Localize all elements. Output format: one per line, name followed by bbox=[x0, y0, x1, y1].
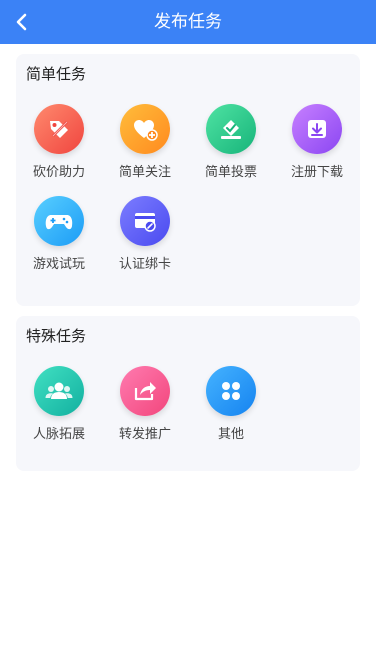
task-label: 认证绑卡 bbox=[118, 257, 171, 272]
download-icon bbox=[292, 104, 342, 154]
task-bargain-assist[interactable]: 砍价助力 bbox=[16, 104, 102, 182]
app-header: 发布任务 bbox=[0, 0, 376, 44]
contacts-icon bbox=[34, 366, 84, 416]
task-simple-vote[interactable]: 简单投票 bbox=[188, 104, 274, 182]
task-verify-bind-card[interactable]: 认证绑卡 bbox=[102, 196, 188, 274]
section-title: 简单任务 bbox=[26, 65, 87, 83]
task-label: 注册下载 bbox=[290, 165, 343, 180]
task-label: 人脉拓展 bbox=[32, 427, 85, 442]
task-label: 转发推广 bbox=[118, 427, 171, 442]
page-title: 发布任务 bbox=[154, 12, 222, 32]
tag-cut-icon bbox=[34, 104, 84, 154]
section-title: 特殊任务 bbox=[26, 327, 87, 345]
heart-plus-icon bbox=[120, 104, 170, 154]
ballot-check-icon bbox=[206, 104, 256, 154]
clover-icon bbox=[206, 366, 256, 416]
task-grid: 人脉拓展 转发推广 其他 bbox=[16, 366, 360, 444]
task-label: 简单投票 bbox=[204, 165, 257, 180]
task-label: 游戏试玩 bbox=[32, 257, 85, 272]
task-simple-follow[interactable]: 简单关注 bbox=[102, 104, 188, 182]
task-label: 砍价助力 bbox=[32, 165, 85, 180]
card-link-icon bbox=[120, 196, 170, 246]
task-other[interactable]: 其他 bbox=[188, 366, 274, 444]
task-share-promote[interactable]: 转发推广 bbox=[102, 366, 188, 444]
task-register-download[interactable]: 注册下载 bbox=[274, 104, 360, 182]
simple-task-section: 简单任务 砍价助力 简单关注 简单投票 注册下载 游戏试玩 认证绑卡 bbox=[16, 54, 360, 306]
task-label: 其他 bbox=[217, 427, 244, 442]
task-grid: 砍价助力 简单关注 简单投票 注册下载 游戏试玩 认证绑卡 bbox=[16, 104, 360, 274]
task-game-trial[interactable]: 游戏试玩 bbox=[16, 196, 102, 274]
gamepad-icon bbox=[34, 196, 84, 246]
task-label: 简单关注 bbox=[118, 165, 171, 180]
special-task-section: 特殊任务 人脉拓展 转发推广 其他 bbox=[16, 316, 360, 471]
task-network-expand[interactable]: 人脉拓展 bbox=[16, 366, 102, 444]
share-icon bbox=[120, 366, 170, 416]
